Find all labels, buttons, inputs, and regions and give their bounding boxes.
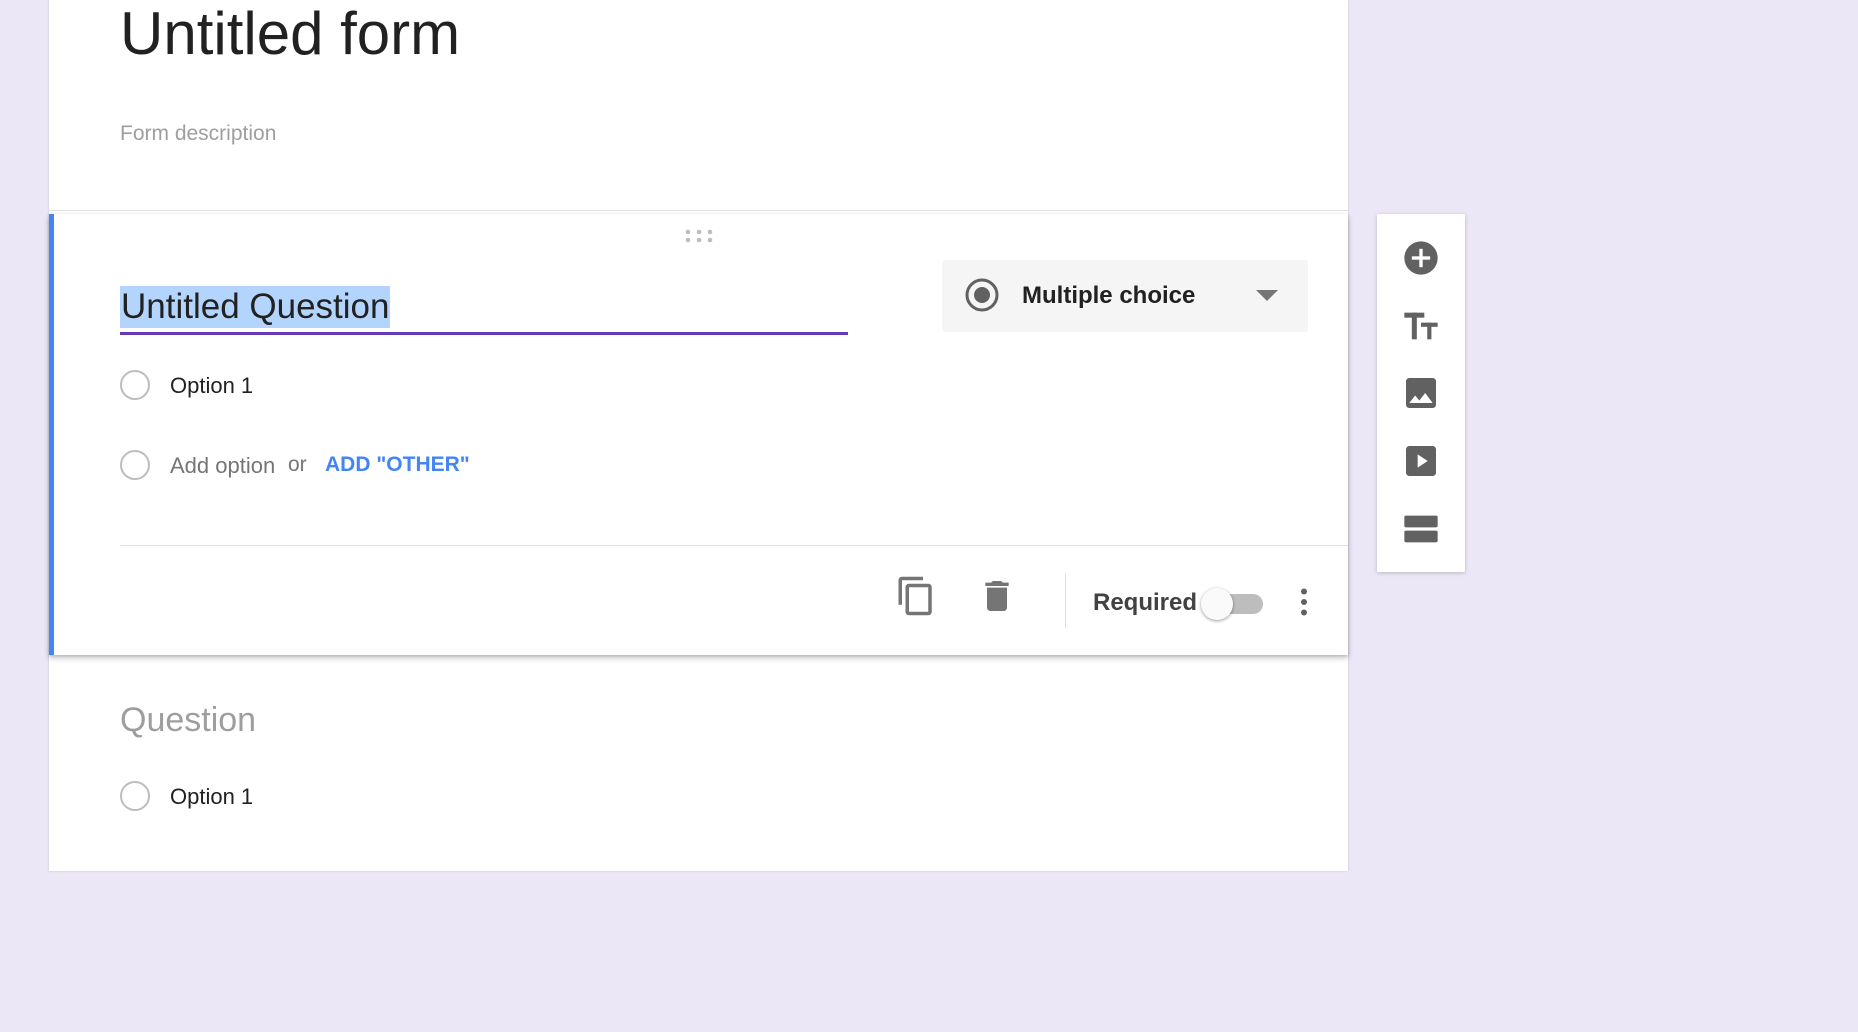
copy-icon[interactable] — [895, 575, 937, 617]
add-other-button[interactable]: ADD "OTHER" — [325, 451, 470, 479]
trash-icon[interactable] — [977, 576, 1017, 616]
question-card-active[interactable]: Untitled Question Multiple choice Option… — [49, 214, 1348, 655]
title-icon[interactable] — [1401, 306, 1441, 346]
next-option-label[interactable]: Option 1 — [170, 783, 253, 811]
footer-separator — [1065, 574, 1066, 628]
header-divider — [49, 210, 1348, 211]
add-option-input[interactable]: Add option — [170, 452, 275, 480]
add-option-radio — [120, 450, 150, 480]
video-icon[interactable] — [1401, 441, 1441, 481]
question-type-label: Multiple choice — [1022, 282, 1196, 309]
required-label: Required — [1093, 589, 1198, 616]
add-circle-icon[interactable] — [1401, 238, 1441, 278]
card-footer-divider — [120, 545, 1348, 546]
chevron-down-icon — [1256, 290, 1278, 301]
next-question-title[interactable]: Question — [120, 700, 256, 740]
option-label[interactable]: Option 1 — [170, 372, 253, 400]
form-description-field[interactable]: Form description — [120, 120, 276, 148]
question-title-text: Untitled Question — [120, 286, 391, 328]
option-radio — [120, 370, 150, 400]
drag-handle-icon[interactable] — [684, 228, 714, 244]
question-type-dropdown[interactable]: Multiple choice — [942, 260, 1308, 332]
next-option-radio — [120, 781, 150, 811]
active-card-indicator — [49, 214, 54, 655]
or-text: or — [288, 453, 307, 476]
image-icon[interactable] — [1401, 373, 1441, 413]
more-vert-icon[interactable] — [1286, 584, 1322, 620]
required-toggle[interactable] — [1201, 586, 1265, 620]
section-icon[interactable] — [1401, 509, 1441, 549]
toggle-knob — [1201, 588, 1233, 620]
radio-button-checked-icon — [965, 278, 999, 312]
side-toolbar — [1377, 214, 1465, 572]
form-title[interactable]: Untitled form — [120, 2, 460, 66]
question-title-input[interactable]: Untitled Question — [120, 282, 848, 335]
